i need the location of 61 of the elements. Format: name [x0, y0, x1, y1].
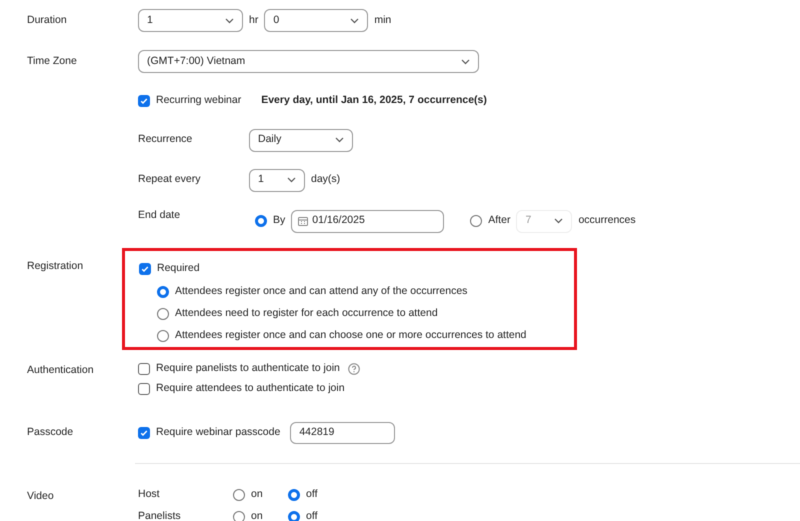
- radio-label: By: [273, 213, 286, 228]
- help-icon[interactable]: [348, 362, 360, 374]
- radio-label: Attendees register once and can attend any of the occurrences: [175, 284, 468, 299]
- option-label: Panelists: [138, 508, 182, 521]
- radio-button[interactable]: [288, 488, 300, 500]
- time-zone-select[interactable]: (GMT+7:00) Vietnam: [138, 50, 479, 73]
- radio-label: on: [251, 486, 263, 502]
- radio-label: off: [306, 486, 318, 502]
- radio-button[interactable]: [157, 286, 169, 298]
- recurrence-summary: Every day, until Jan 16, 2025, 7 occurrence(s): [261, 93, 487, 108]
- checkbox-label: Recurring webinar: [156, 93, 242, 108]
- chevron-down-icon: [225, 18, 234, 24]
- radio-button[interactable]: [157, 308, 169, 320]
- field-label: Passcode: [27, 425, 74, 440]
- checkmark-icon: [141, 264, 149, 273]
- field-label: Authentication: [27, 364, 94, 376]
- recurrence-select[interactable]: Daily: [249, 128, 353, 152]
- unit-label: occurrences: [578, 213, 636, 228]
- checkmark-icon: [140, 97, 148, 105]
- radio-label: After: [488, 213, 510, 228]
- repeat-select[interactable]: 1: [249, 168, 305, 192]
- calendar-icon: [298, 216, 308, 226]
- chevron-down-icon: [350, 18, 360, 24]
- field-label: Repeat every: [138, 172, 200, 188]
- field-label: Time Zone: [27, 54, 77, 69]
- minutes-select[interactable]: 0: [264, 9, 368, 32]
- checkbox[interactable]: [138, 95, 150, 107]
- radio-label: off: [306, 508, 318, 521]
- unit-label: min: [374, 12, 392, 28]
- checkbox-label: Required: [157, 261, 200, 276]
- radio-label: Attendees need to register for each occurrence to attend: [175, 306, 438, 321]
- hours-select[interactable]: 1: [138, 9, 243, 32]
- chevron-down-icon: [287, 177, 296, 183]
- radio-button[interactable]: [288, 510, 300, 521]
- unit-label: day(s): [311, 172, 340, 188]
- chevron-down-icon: [461, 58, 470, 64]
- field-label: Registration: [27, 260, 84, 272]
- field-label: Recurrence: [138, 132, 192, 148]
- radio-button[interactable]: [157, 330, 169, 342]
- checkbox-label: Require webinar passcode: [156, 425, 280, 440]
- field-label: Duration: [27, 12, 67, 28]
- checkbox[interactable]: [138, 362, 150, 374]
- checkbox[interactable]: [138, 382, 150, 394]
- radio-label: Attendees register once and can choose one or more occurrences to attend: [175, 328, 526, 343]
- radio-button[interactable]: [233, 488, 245, 500]
- checkmark-icon: [140, 429, 148, 437]
- unit-label: hr: [249, 12, 258, 28]
- checkbox[interactable]: [138, 427, 150, 439]
- date-field[interactable]: 01/16/2025: [291, 210, 444, 232]
- option-label: Host: [138, 486, 161, 502]
- checkbox-label: Require attendees to authenticate to join: [156, 380, 345, 396]
- passcode-field[interactable]: 442819: [290, 422, 396, 444]
- chevron-down-icon: [554, 218, 564, 224]
- radio-label: on: [251, 508, 263, 521]
- checkbox-label: Require panelists to authenticate to join: [156, 360, 340, 376]
- radio-button[interactable]: [233, 510, 245, 521]
- field-label: End date: [138, 208, 180, 223]
- chevron-down-icon: [335, 137, 344, 143]
- field-label: Video: [27, 490, 54, 502]
- radio-button[interactable]: [255, 215, 267, 227]
- checkbox[interactable]: [139, 262, 151, 275]
